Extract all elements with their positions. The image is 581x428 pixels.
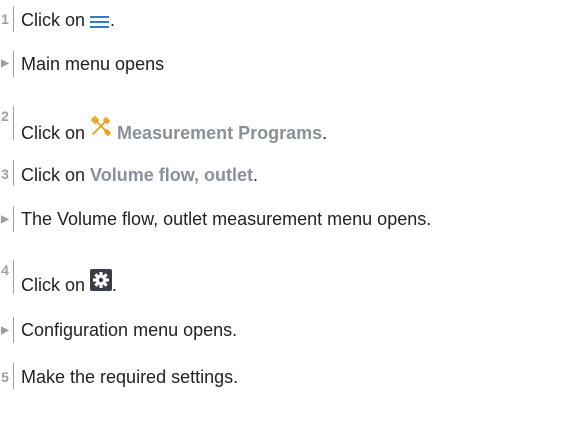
step-prefix: Click on [21, 275, 91, 295]
step-text: Click on . [21, 9, 115, 35]
step-number: 3 [1, 166, 9, 182]
instruction-step-3: 3 Click on Volume flow, outlet. [0, 154, 581, 194]
tools-icon [90, 115, 112, 142]
step-divider [13, 51, 14, 77]
step-number: 2 [1, 108, 9, 124]
step-number: 4 [1, 262, 9, 278]
gear-icon [90, 269, 113, 296]
step-divider [13, 363, 14, 389]
step-suffix: . [322, 123, 328, 143]
volume-flow-outlet-link[interactable]: Volume flow, outlet [90, 165, 253, 185]
result-arrow-icon: ▶ [1, 58, 9, 69]
instruction-result-2: ▶ The Volume flow, outlet measurement me… [0, 198, 581, 238]
step-text: Click on Measurement Programs. [21, 115, 327, 144]
step-divider [13, 106, 14, 140]
step-text: Make the required settings. [21, 367, 239, 387]
step-number: 1 [1, 11, 9, 27]
step-text: The Volume flow, outlet measurement menu… [21, 209, 432, 229]
step-number: 5 [1, 369, 9, 385]
step-text: Click on . [21, 269, 117, 296]
step-divider [13, 160, 14, 186]
result-arrow-icon: ▶ [1, 214, 9, 225]
step-divider [13, 260, 14, 294]
step-divider [13, 317, 14, 343]
instruction-step-2: 2 Click on Measurement Programs. [0, 90, 581, 148]
instruction-result-3: ▶ Configuration menu opens. [0, 308, 581, 348]
instruction-step-1: 1 Click on . [0, 0, 581, 40]
instruction-result-1: ▶ Main menu opens [0, 44, 581, 84]
step-text: Configuration menu opens. [21, 320, 238, 340]
step-divider [13, 206, 14, 232]
measurement-programs-link[interactable]: Measurement Programs [117, 123, 322, 143]
hamburger-menu-icon [90, 13, 110, 35]
result-arrow-icon: ▶ [1, 325, 9, 336]
instruction-step-4: 4 Click on . [0, 244, 581, 302]
step-prefix: Click on [21, 123, 91, 143]
instruction-step-5: 5 Make the required settings. [0, 354, 581, 394]
step-prefix: Click on [21, 10, 91, 30]
step-divider [13, 6, 14, 32]
step-prefix: Click on [21, 165, 91, 185]
step-suffix: . [110, 10, 116, 30]
step-suffix: . [253, 165, 259, 185]
step-text: Click on Volume flow, outlet. [21, 164, 258, 186]
step-text: Main menu opens [21, 54, 165, 74]
step-suffix: . [112, 275, 118, 295]
